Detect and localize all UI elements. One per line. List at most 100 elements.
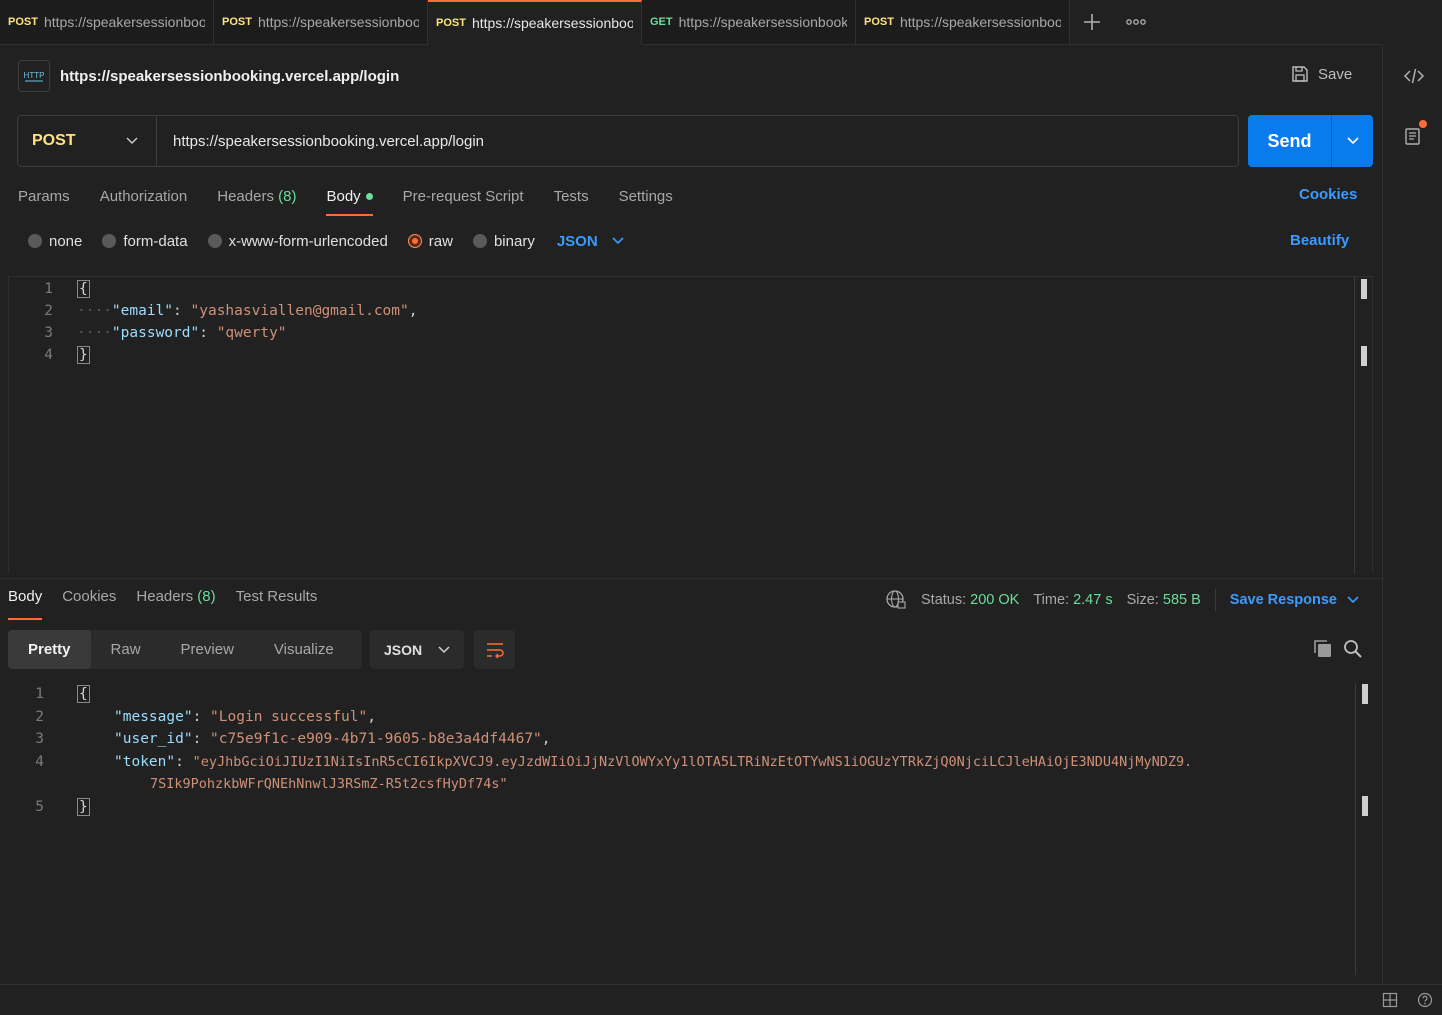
tab-params[interactable]: Params [18,180,70,212]
more-tabs-button[interactable] [1114,0,1158,44]
scrollbar-marker [1361,346,1367,366]
copy-button[interactable] [1312,638,1334,660]
tab-authorization[interactable]: Authorization [100,180,188,212]
radio-label: x-www-form-urlencoded [228,232,388,250]
tab-prerequest-script[interactable]: Pre-request Script [403,180,524,212]
code-line-wrapped: 7SIk9PohzkbWFrQNEhNnwlJ3RSmZ-R5t2csfHyDf… [0,773,508,795]
tab-method: POST [864,16,894,28]
code-snippet-button[interactable] [1403,65,1425,87]
tab-method: POST [8,16,38,28]
plus-icon [1084,14,1100,30]
tab-url: https://speakersessionbooking.vercel.app… [471,15,633,31]
size[interactable]: Size: 585 B [1127,592,1201,608]
response-tab-headers[interactable]: Headers (8) [136,588,215,612]
chevron-down-icon [1346,137,1359,145]
right-sidebar [1382,45,1442,985]
tab-headers[interactable]: Headers (8) [217,180,296,212]
line-number: 2 [44,303,53,319]
scrollbar-thumb[interactable] [1362,684,1368,704]
view-raw[interactable]: Raw [91,630,161,669]
headers-count: (8) [197,588,216,605]
tab-headers-label: Headers [217,187,274,205]
status[interactable]: Status: 200 OK [921,592,1019,608]
cookies-link[interactable]: Cookies [1299,186,1357,203]
radio-label: form-data [123,232,188,250]
code-line: 2 ····"email": "yashasviallen@gmail.com"… [9,300,417,322]
save-response-button[interactable]: Save Response [1230,592,1359,608]
new-tab-button[interactable] [1070,0,1114,44]
request-tab-5[interactable]: POST https://speakersessionbooking.verce… [856,0,1070,44]
help-button[interactable] [1417,992,1433,1008]
line-number: 1 [44,281,53,297]
close-brace: } [77,346,90,364]
search-button[interactable] [1342,638,1364,660]
radio-circle-selected [407,234,422,248]
size-value: 585 B [1162,592,1201,608]
wrap-lines-button[interactable] [474,630,515,669]
response-tab-headers-label: Headers [136,588,194,605]
send-button[interactable]: Send [1248,115,1332,167]
body-format-select[interactable]: JSON [557,233,624,250]
json-key: "password" [111,325,200,341]
line-number: 5 [35,799,44,815]
response-body-viewer[interactable]: 1 { 2 "message": "Login successful", 3 "… [0,683,1382,978]
documentation-button[interactable] [1403,120,1427,147]
line-number: 2 [35,709,44,725]
response-tab-test-results[interactable]: Test Results [236,588,318,612]
code-line: 2 "message": "Login successful", [0,706,376,728]
indent-guide: ···· [77,325,112,341]
line-number: 3 [35,731,44,747]
radio-circle [102,234,117,248]
viewer-scroll-track [1355,683,1356,975]
scrollbar-thumb[interactable] [1361,279,1367,299]
request-tab-2[interactable]: POST https://speakersessionbooking.verce… [214,0,428,44]
radio-none[interactable]: none [28,233,82,250]
radio-circle [207,234,222,248]
tab-settings[interactable]: Settings [619,180,673,212]
view-pretty[interactable]: Pretty [8,630,91,669]
request-tabs: Params Authorization Headers (8) Body Pr… [18,180,673,216]
response-tab-cookies[interactable]: Cookies [62,588,116,612]
view-visualize[interactable]: Visualize [254,630,354,669]
request-title-bar: HTTP https://speakersessionbooking.verce… [18,60,399,92]
request-tab-3-active[interactable]: POST https://speakersessionbooking.verce… [428,0,642,45]
panel-divider[interactable] [0,578,1382,579]
radio-binary[interactable]: binary [472,233,535,250]
layout-toggle-button[interactable] [1382,992,1398,1008]
method-value: POST [32,132,76,149]
globe-lock-icon[interactable] [885,589,907,611]
search-icon [1344,640,1362,658]
json-string: "eyJhbGciOiJIUzI1NiIsInR5cCI6IkpXVCJ9.ey… [192,754,1193,770]
status-label: Status: [921,592,967,608]
json-key: "email" [111,303,174,319]
url-bar: POST https://speakersessionbooking.verce… [17,115,1239,167]
code-line: 1 { [9,278,90,300]
line-number: 3 [44,325,53,341]
url-input[interactable]: https://speakersessionbooking.vercel.app… [157,116,1238,166]
method-select[interactable]: POST [18,116,157,166]
json-string: "yashasviallen@gmail.com" [190,303,409,319]
beautify-link[interactable]: Beautify [1290,232,1349,249]
request-name[interactable]: https://speakersessionbooking.vercel.app… [60,68,399,85]
radio-urlencoded[interactable]: x-www-form-urlencoded [207,232,388,250]
send-options-button[interactable] [1332,115,1373,167]
response-tab-body[interactable]: Body [8,588,43,620]
radio-form-data[interactable]: form-data [102,232,188,250]
radio-raw[interactable]: raw [407,233,453,250]
chevron-down-icon [612,237,624,245]
request-tab-1[interactable]: POST https://speakersessionbooking.verce… [0,0,214,44]
json-key: "user_id" [114,731,193,747]
code-line: 3 ····"password": "qwerty" [9,322,286,344]
postman-window: POST https://speakersessionbooking.verce… [0,0,1442,1015]
request-tab-4[interactable]: GET https://speakersessionbooking.vercel… [642,0,856,44]
body-format-value: JSON [556,232,598,250]
tab-body[interactable]: Body [326,180,373,216]
save-button[interactable]: Save [1290,64,1352,84]
tab-tests[interactable]: Tests [554,180,589,212]
response-format-select[interactable]: JSON [370,630,464,669]
response-view-mode: Pretty Raw Preview Visualize [8,630,362,669]
request-body-editor[interactable]: 1 { 2 ····"email": "yashasviallen@gmail.… [8,276,1373,574]
time[interactable]: Time: 2.47 s [1033,592,1112,608]
open-brace: { [77,280,90,298]
view-preview[interactable]: Preview [161,630,254,669]
